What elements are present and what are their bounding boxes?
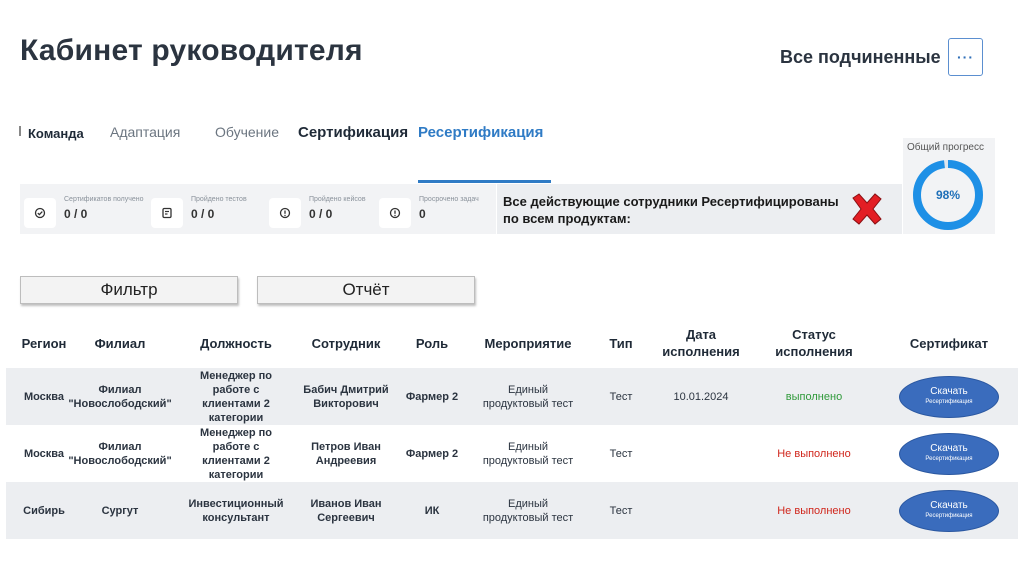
cell-role: Фармер 2 xyxy=(405,390,459,403)
table-row: Москва Филиал "Новослободский" Менеджер по… xyxy=(6,368,1018,425)
cell-position: Менеджер по работе с клиентами 2 категор… xyxy=(200,369,272,424)
download-sublabel: Ресертификация xyxy=(925,513,973,519)
stat-value: 0 / 0 xyxy=(64,207,88,221)
stats-bar: Сертификатов получено 0 / 0 Пройдено тес… xyxy=(20,184,496,234)
progress-ring: 98% xyxy=(913,160,983,230)
cell-branch: Филиал "Новослободский" xyxy=(68,383,172,410)
table-header: Регион Филиал Должность Сотрудник Роль М… xyxy=(6,318,1018,368)
column-header: Дата исполнения xyxy=(662,327,740,359)
stat-label: Сертификатов получено xyxy=(64,196,144,203)
cell-date: 10.01.2024 xyxy=(673,390,729,403)
more-options-button[interactable]: ··· xyxy=(948,38,983,76)
red-cross-icon xyxy=(852,193,882,225)
report-button[interactable]: Отчёт xyxy=(257,276,475,304)
cell-event: Единый продуктовый тест xyxy=(482,497,574,524)
stat-label: Пройдено кейсов xyxy=(309,196,366,203)
stat-value: 0 xyxy=(419,207,426,221)
column-header: Роль xyxy=(415,335,449,351)
cell-certificate: Скачать Ресертификация xyxy=(880,368,1018,425)
notice-text: Все действующие сотрудники Ресертифициро… xyxy=(503,194,839,226)
table-body: Москва Филиал "Новослободский" Менеджер по… xyxy=(6,368,1018,539)
cell-event: Единый продуктовый тест xyxy=(482,440,574,467)
cell-employee: Петров Иван Андреевия xyxy=(311,440,381,467)
column-header: Должность xyxy=(200,335,272,351)
tab-marker xyxy=(19,126,21,136)
cell-employee: Бабич Дмитрий Викторович xyxy=(303,383,389,410)
active-tab-underline xyxy=(418,180,551,183)
cell-role: ИК xyxy=(424,504,440,517)
cell-employee: Иванов Иван Сергеевич xyxy=(310,497,382,524)
cell-region: Сибирь xyxy=(23,504,65,517)
cell-status: выполнено xyxy=(785,390,843,403)
cell-certificate: Скачать Ресертификация xyxy=(880,482,1018,539)
cell-role: Фармер 2 xyxy=(405,447,459,460)
download-label: Скачать xyxy=(930,500,968,511)
column-header: Сертификат xyxy=(909,335,989,351)
cell-type: Тест xyxy=(609,447,633,460)
cell-status: Не выполнено xyxy=(777,504,851,517)
column-header: Регион xyxy=(21,335,67,351)
table-row: Москва Филиал "Новослободский" Менеджер по… xyxy=(6,425,1018,482)
cell-date xyxy=(654,482,748,539)
overall-progress: Общий прогресс 98% xyxy=(903,138,995,234)
column-header: Филиал xyxy=(94,335,146,351)
download-certificate-button[interactable]: Скачать Ресертификация xyxy=(899,489,999,532)
progress-label: Общий прогресс xyxy=(907,142,984,153)
filter-button[interactable]: Фильтр xyxy=(20,276,238,304)
employees-table: Регион Филиал Должность Сотрудник Роль М… xyxy=(6,318,1018,539)
download-certificate-button[interactable]: Скачать Ресертификация xyxy=(899,375,999,418)
download-label: Скачать xyxy=(930,386,968,397)
tab-certification[interactable]: Сертификация xyxy=(298,124,408,141)
column-header: Тип xyxy=(609,335,633,351)
tab-recertification[interactable]: Ресертификация xyxy=(418,124,543,141)
cell-branch: Сургут xyxy=(101,504,139,517)
stat-label: Просрочено задач xyxy=(419,196,479,203)
cell-certificate: Скачать Ресертификация xyxy=(880,425,1018,482)
progress-value: 98% xyxy=(936,188,960,202)
test-icon xyxy=(151,198,183,228)
download-label: Скачать xyxy=(930,443,968,454)
tab-team[interactable]: Команда xyxy=(28,126,84,141)
notice-panel: Все действующие сотрудники Ресертифициро… xyxy=(497,184,902,234)
tab-training[interactable]: Обучение xyxy=(215,124,279,140)
cell-event: Единый продуктовый тест xyxy=(482,383,574,410)
check-shield-icon xyxy=(24,198,56,228)
tab-bar: Команда Адаптация Обучение Сертификация … xyxy=(0,118,560,148)
info-icon xyxy=(379,198,411,228)
cell-status: Не выполнено xyxy=(777,447,851,460)
stat-value: 0 / 0 xyxy=(191,207,215,221)
stat-label: Пройдено тестов xyxy=(191,196,247,203)
info-icon xyxy=(269,198,301,228)
cell-position: Менеджер по работе с клиентами 2 категор… xyxy=(200,426,272,481)
cell-position: Инвестиционный консультант xyxy=(188,497,284,524)
column-header: Мероприятие xyxy=(484,335,572,351)
cell-branch: Филиал "Новослободский" xyxy=(68,440,172,467)
column-header: Сотрудник xyxy=(311,335,381,351)
stat-value: 0 / 0 xyxy=(309,207,333,221)
cell-date xyxy=(654,425,748,482)
table-row: Сибирь Сургут Инвестиционный консультант Ив… xyxy=(6,482,1018,539)
subordinates-selector[interactable]: Все подчиненные xyxy=(780,47,941,68)
cell-type: Тест xyxy=(609,390,633,403)
cell-type: Тест xyxy=(609,504,633,517)
download-sublabel: Ресертификация xyxy=(925,456,973,462)
page-title: Кабинет руководителя xyxy=(20,34,363,67)
tab-adaptation[interactable]: Адаптация xyxy=(110,124,180,140)
download-certificate-button[interactable]: Скачать Ресертификация xyxy=(899,432,999,475)
download-sublabel: Ресертификация xyxy=(925,399,973,405)
column-header: Статус исполнения xyxy=(775,327,853,359)
